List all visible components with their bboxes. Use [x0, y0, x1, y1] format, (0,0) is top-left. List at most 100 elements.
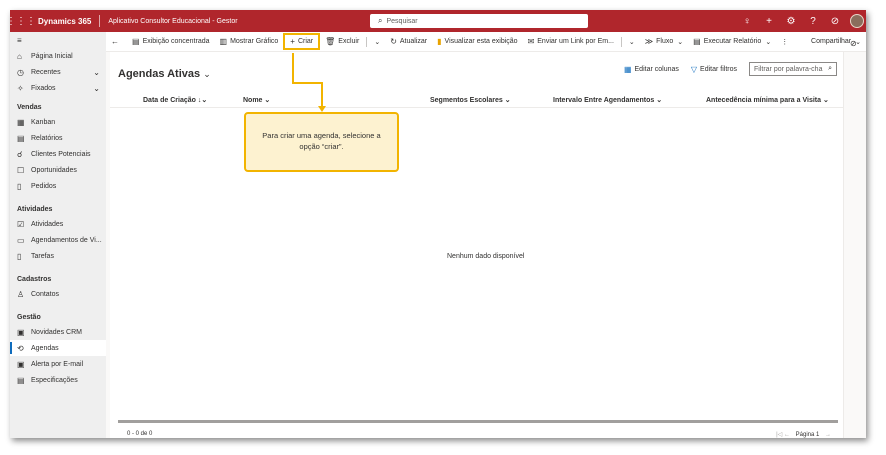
- sidebar-group-title: Gestão: [17, 314, 41, 321]
- column-header[interactable]: Intervalo Entre Agendamentos ⌄: [553, 96, 662, 104]
- visualize-button[interactable]: ▮ Visualizar esta exibição: [432, 32, 522, 52]
- show-chart-button[interactable]: ▥ Mostrar Gráfico: [215, 32, 284, 52]
- more-commands-button[interactable]: ⋮: [776, 32, 793, 52]
- chevron-down-icon: ⌄: [264, 97, 271, 104]
- sidebar-item-tasks[interactable]: ▯ Tarefas: [10, 248, 106, 264]
- command-divider: [620, 36, 622, 47]
- send-link-more-button[interactable]: ⌄: [624, 32, 640, 52]
- column-header[interactable]: Data de Criação ↓⌄: [143, 96, 207, 104]
- column-header[interactable]: Segmentos Escolares ⌄: [430, 96, 511, 104]
- edit-filters-button[interactable]: ▽ Editar filtros: [691, 65, 737, 74]
- report-icon: ▤: [17, 133, 25, 143]
- delete-more-button[interactable]: ⌄: [369, 32, 385, 52]
- top-bar: ⋮⋮⋮ Dynamics 365 Aplicativo Consultor Ed…: [10, 10, 866, 32]
- sidebar-item-label: Tarefas: [31, 252, 54, 260]
- sidebar-item-orders[interactable]: ▯ Pedidos: [10, 178, 106, 194]
- chevron-down-icon: ⌄: [677, 38, 684, 46]
- filter-icon: ▽: [690, 64, 698, 74]
- column-header[interactable]: Nome ⌄: [243, 96, 270, 104]
- sidebar-item-contacts[interactable]: ♙ Contatos: [10, 286, 106, 302]
- sidebar-item-visit-schedules[interactable]: ▭ Agendamentos de Vi...: [10, 232, 106, 248]
- plus-icon[interactable]: +: [758, 16, 780, 27]
- main-grid-area: Agendas Ativas ⌄ ▦ Editar colunas ▽ Editar…: [110, 52, 843, 438]
- assist-icon[interactable]: ⊘: [824, 16, 846, 27]
- keyword-filter-input[interactable]: Filtrar por palavra-cha ⌕: [749, 62, 837, 76]
- activity-icon: ☑: [17, 219, 25, 229]
- sidebar-item-label: Recentes: [31, 68, 61, 76]
- sidebar-item-email-alert[interactable]: ▣ Alerta por E-mail: [10, 356, 106, 372]
- chart-icon: ▥: [219, 37, 228, 46]
- sidebar-item-activities[interactable]: ☑ Atividades: [10, 216, 106, 232]
- assist-pane-icon[interactable]: ⊘: [850, 39, 857, 48]
- topbar-divider: [99, 15, 101, 27]
- focused-view-button[interactable]: ▤ Exibição concentrada: [127, 32, 215, 52]
- sort-down-icon: ↓⌄: [197, 97, 208, 104]
- agenda-icon: ⟲: [17, 343, 24, 353]
- sidebar-item-label: Pedidos: [31, 182, 57, 190]
- visualize-label: Visualizar esta exibição: [444, 38, 518, 45]
- first-page-icon[interactable]: |◁: [776, 432, 782, 438]
- edit-columns-button[interactable]: ▦ Editar colunas: [624, 65, 679, 74]
- delete-button[interactable]: 🗑︎ Excluir: [320, 32, 364, 52]
- sidebar-item-leads[interactable]: ☌ Clientes Potenciais: [10, 146, 106, 162]
- sidebar-item-label: Alerta por E-mail: [31, 360, 84, 368]
- sidebar-item-reports[interactable]: ▤ Relatórios: [10, 130, 106, 146]
- sidebar-item-recent[interactable]: ◷ Recentes ⌄: [10, 64, 106, 80]
- home-icon: ⌂: [17, 51, 22, 61]
- sidebar-item-kanban[interactable]: ▦ Kanban: [10, 114, 106, 130]
- chevron-down-icon: ⌄: [656, 97, 663, 104]
- sidebar-item-crm-news[interactable]: ▣ Novidades CRM: [10, 324, 106, 340]
- kanban-icon: ▦: [17, 117, 25, 127]
- filter-placeholder: Filtrar por palavra-cha: [754, 65, 823, 73]
- sidebar-item-specifications[interactable]: ▤ Especificações: [10, 372, 106, 388]
- focused-view-icon: ▤: [132, 37, 140, 46]
- sidebar-item-label: Especificações: [31, 376, 78, 384]
- column-header[interactable]: Antecedência mínima para a Visita ⌄: [706, 96, 829, 104]
- send-link-button[interactable]: ✉ Enviar um Link por Em...: [523, 32, 619, 52]
- hamburger-icon: ≡: [17, 35, 22, 45]
- brand-name[interactable]: Dynamics 365: [38, 17, 91, 26]
- focused-view-label: Exibição concentrada: [142, 38, 210, 45]
- side-pane: [843, 52, 866, 438]
- sidebar-item-label: Atividades: [31, 220, 64, 228]
- new-button[interactable]: + Criar: [283, 33, 321, 50]
- search-icon: ⌕: [378, 16, 383, 25]
- pin-icon: ✧: [17, 83, 24, 93]
- previous-page-icon[interactable]: ←: [784, 432, 790, 438]
- chevron-down-icon: ⌄: [93, 83, 100, 93]
- sidebar-item-label: Novidades CRM: [31, 328, 82, 336]
- global-search-input[interactable]: ⌕ Pesquisar: [370, 14, 588, 28]
- view-selector[interactable]: Agendas Ativas ⌄: [118, 68, 211, 80]
- share-button[interactable]: Compartilhar ⌄: [806, 32, 866, 52]
- chevron-down-icon: ⌄: [823, 97, 829, 104]
- chevron-down-icon: ⌄: [93, 67, 100, 77]
- grid-tools: ▦ Editar colunas ▽ Editar filtros Filtrar …: [624, 62, 837, 76]
- back-button[interactable]: ←: [106, 32, 127, 52]
- next-page-icon[interactable]: →: [825, 432, 831, 438]
- sidebar-item-pinned[interactable]: ✧ Fixados ⌄: [10, 80, 106, 96]
- sidebar-item-label: Agendamentos de Vi...: [31, 236, 102, 244]
- horizontal-scrollbar[interactable]: [118, 420, 838, 423]
- refresh-label: Atualizar: [399, 38, 428, 45]
- app-launcher-icon[interactable]: ⋮⋮⋮: [10, 10, 36, 32]
- avatar[interactable]: [850, 14, 864, 28]
- sidebar-collapse-button[interactable]: ≡: [10, 32, 106, 48]
- sidebar-item-label: Oportunidades: [31, 166, 77, 174]
- app-title[interactable]: Aplicativo Consultor Educacional - Gesto…: [108, 18, 237, 25]
- run-report-button[interactable]: ▤ Executar Relatório ⌄: [688, 32, 776, 52]
- help-icon[interactable]: ?: [802, 16, 824, 27]
- flow-icon: ≫: [644, 37, 654, 46]
- flow-button[interactable]: ≫ Fluxo ⌄: [640, 32, 688, 52]
- search-placeholder: Pesquisar: [386, 17, 418, 25]
- sidebar-item-opportunities[interactable]: ☐ Oportunidades: [10, 162, 106, 178]
- sidebar-item-agendas[interactable]: ⟲ Agendas: [10, 340, 106, 356]
- sidebar-group-title: Cadastros: [17, 276, 52, 283]
- sidebar-group-title: Vendas: [17, 104, 42, 111]
- gear-icon[interactable]: ⚙: [780, 16, 802, 27]
- delete-label: Excluir: [338, 38, 360, 45]
- refresh-button[interactable]: ↻ Atualizar: [385, 32, 432, 52]
- chevron-down-icon: ⌄: [628, 38, 635, 46]
- record-count: 0 - 0 de 0: [127, 431, 153, 437]
- sidebar-item-home[interactable]: ⌂ Página Inicial: [10, 48, 106, 64]
- lightbulb-icon[interactable]: ♀: [736, 16, 758, 27]
